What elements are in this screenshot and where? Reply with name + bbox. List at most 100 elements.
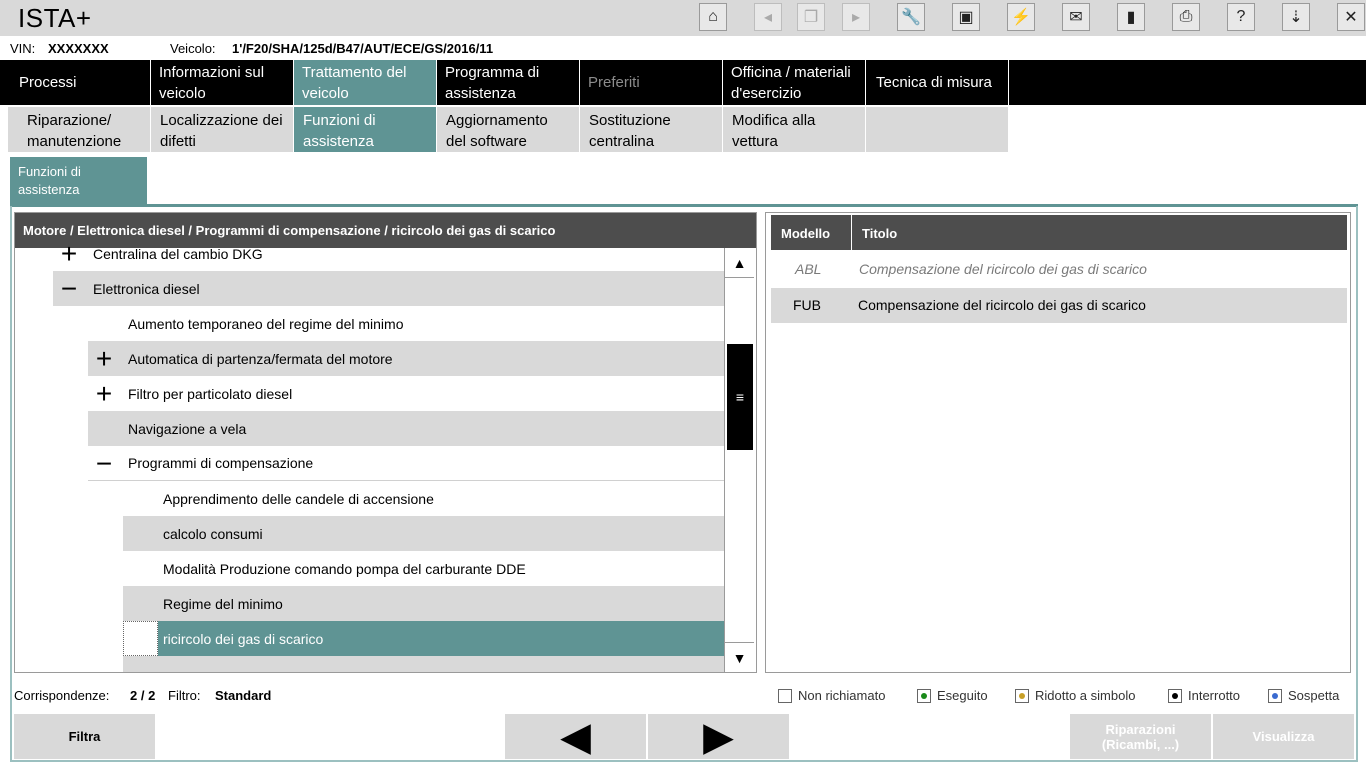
tree-row[interactable]: − Programmi di compensazione xyxy=(88,446,724,481)
status-dot-icon xyxy=(917,688,931,703)
tree-row[interactable]: − Elettronica diesel xyxy=(53,271,724,306)
tree-row[interactable]: + Centralina del cambio DKG xyxy=(53,236,724,271)
tree-row[interactable]: Aumento temporaneo del regime del minimo xyxy=(88,306,724,341)
tree-row-label: Centralina del cambio DKG xyxy=(93,245,263,262)
matches-label: Corrispondenze: xyxy=(14,688,110,703)
legend-non-richiamato: Non richiamato xyxy=(778,688,885,703)
subnav-localizzazione[interactable]: Localizzazione dei difetti xyxy=(151,107,294,152)
tree-row[interactable]: Navigazione a vela xyxy=(88,411,724,446)
status-dot-icon xyxy=(1268,688,1282,703)
nav-processi[interactable]: Processi xyxy=(0,60,151,105)
print-icon[interactable]: ⎙ xyxy=(1172,3,1200,31)
show-button[interactable]: Visualizza xyxy=(1213,714,1354,759)
status-dot-icon xyxy=(1168,688,1182,703)
subnav-funzioni-assistenza[interactable]: Funzioni di assistenza xyxy=(294,107,437,152)
scroll-thumb[interactable]: ≡ xyxy=(727,344,753,450)
nav-preferiti[interactable]: Preferiti xyxy=(580,60,723,105)
nav-informazioni-veicolo[interactable]: Informazioni sul veicolo xyxy=(151,60,294,105)
subnav-empty xyxy=(866,107,1009,152)
tree-row[interactable]: calcolo consumi xyxy=(123,516,724,551)
nav-officina[interactable]: Officina / materiali d'esercizio xyxy=(723,60,866,105)
col-header-model[interactable]: Modello xyxy=(771,215,851,250)
forward-icon[interactable]: ▸ xyxy=(842,3,870,31)
collapse-icon[interactable]: − xyxy=(92,446,116,481)
tree-row-selected[interactable]: ricircolo dei gas di scarico xyxy=(123,621,724,656)
sub-nav: Riparazione/ manutenzione Localizzazione… xyxy=(0,105,1366,152)
battery-icon[interactable]: ▮ xyxy=(1117,3,1145,31)
section-tab[interactable]: Funzioni di assistenza xyxy=(10,157,147,204)
tree-scrollbar[interactable]: ▲ ≡ ▼ xyxy=(724,248,754,672)
result-title: Compensazione del ricircolo dei gas di s… xyxy=(858,297,1146,313)
vin-value: XXXXXXX xyxy=(48,41,109,56)
tree-row-label: Modalità Produzione comando pompa del ca… xyxy=(163,560,526,577)
app-title: ISTA+ xyxy=(18,3,92,33)
tree-row[interactable]: Modalità Produzione comando pompa del ca… xyxy=(123,551,724,586)
mail-icon[interactable]: ✉ xyxy=(1062,3,1090,31)
matches-value: 2 / 2 xyxy=(130,688,156,703)
status-dot-icon xyxy=(1015,688,1029,703)
tree-row-label: ricircolo dei gas di scarico xyxy=(163,630,324,647)
expand-icon[interactable]: + xyxy=(92,376,116,411)
nav-programma-assistenza[interactable]: Programma di assistenza xyxy=(437,60,580,105)
back-icon[interactable]: ◂ xyxy=(754,3,782,31)
help-icon[interactable]: ? xyxy=(1227,3,1255,31)
function-tree-panel: Motore / Elettronica diesel / Programmi … xyxy=(14,212,757,673)
legend-eseguito: Eseguito xyxy=(917,688,988,703)
main-nav: Processi Informazioni sul veicolo Tratta… xyxy=(0,60,1366,105)
result-row[interactable]: FUB Compensazione del ricircolo dei gas … xyxy=(771,288,1347,323)
expand-icon[interactable]: + xyxy=(57,236,81,271)
tree-row-label: Navigazione a vela xyxy=(128,420,247,437)
result-row[interactable]: ABL Compensazione del ricircolo dei gas … xyxy=(771,252,1347,287)
result-title: Compensazione del ricircolo dei gas di s… xyxy=(859,261,1147,277)
result-model: ABL xyxy=(795,261,822,277)
status-dot-icon xyxy=(778,688,792,703)
legend-interrotto: Interrotto xyxy=(1168,688,1240,703)
collapse-icon[interactable]: − xyxy=(57,271,81,306)
legend-sospetta: Sospetta xyxy=(1268,688,1339,703)
tree-row-label: Elettronica diesel xyxy=(93,280,200,297)
tree-row-label: Automatica di partenza/fermata del motor… xyxy=(128,350,393,367)
tree-row-label: Filtro per particolato diesel xyxy=(128,385,293,402)
vehicle-info-bar: VIN: XXXXXXX Veicolo: 1'/F20/SHA/125d/B4… xyxy=(0,36,1366,60)
legend-ridotto: Ridotto a simbolo xyxy=(1015,688,1135,703)
nav-tecnica-misura[interactable]: Tecnica di misura xyxy=(866,60,1009,105)
vin-label: VIN: xyxy=(10,41,36,56)
filter-value: Standard xyxy=(215,688,272,703)
copy-icon[interactable]: ❐ xyxy=(797,3,825,31)
title-bar: ISTA+ ⌂ ◂ ❐ ▸ 🔧 ▣ ⚡ ✉ ▮ ⎙ ? ⇣ ✕ xyxy=(0,0,1366,36)
subnav-modifica-vettura[interactable]: Modifica alla vettura xyxy=(723,107,866,152)
tree-row[interactable]: + Automatica di partenza/fermata del mot… xyxy=(88,341,724,376)
tree-row-partial[interactable] xyxy=(123,656,724,672)
repairs-button[interactable]: Riparazioni (Ricambi, ...) xyxy=(1070,714,1211,759)
filter-label: Filtro: xyxy=(168,688,201,703)
wrench-icon[interactable]: 🔧 xyxy=(897,3,925,31)
connect-icon[interactable]: ⚡ xyxy=(1007,3,1035,31)
tree-row-label: Regime del minimo xyxy=(163,595,283,612)
scroll-down-icon[interactable]: ▼ xyxy=(725,642,754,672)
results-panel: Modello Titolo ABL Compensazione del ric… xyxy=(765,212,1351,673)
tree-row[interactable]: + Filtro per particolato diesel xyxy=(88,376,724,411)
tree-row[interactable]: Apprendimento delle candele di accension… xyxy=(123,481,724,516)
tree-row-label: Aumento temporaneo del regime del minimo xyxy=(128,315,404,332)
tree-row-label: calcolo consumi xyxy=(163,525,263,542)
tree-row-label: Programmi di compensazione xyxy=(128,455,314,471)
home-icon[interactable]: ⌂ xyxy=(699,3,727,31)
filter-button[interactable]: Filtra xyxy=(14,714,155,759)
tree-row[interactable]: Regime del minimo xyxy=(123,586,724,621)
nav-trattamento-veicolo[interactable]: Trattamento del veicolo xyxy=(294,60,437,105)
footer-info: Corrispondenze: 2 / 2 Filtro: Standard xyxy=(14,686,614,706)
id-card-icon[interactable]: ▣ xyxy=(952,3,980,31)
close-icon[interactable]: ✕ xyxy=(1337,3,1365,31)
subnav-sostituzione-centralina[interactable]: Sostituzione centralina xyxy=(580,107,723,152)
download-icon[interactable]: ⇣ xyxy=(1282,3,1310,31)
scroll-up-icon[interactable]: ▲ xyxy=(725,248,754,278)
vehicle-value: 1'/F20/SHA/125d/B47/AUT/ECE/GS/2016/11 xyxy=(232,41,494,56)
prev-arrow-icon[interactable]: ◀ xyxy=(505,714,646,759)
subnav-riparazione[interactable]: Riparazione/ manutenzione xyxy=(8,107,151,152)
col-header-title[interactable]: Titolo xyxy=(852,215,1347,250)
selection-marker xyxy=(123,621,158,656)
expand-icon[interactable]: + xyxy=(92,341,116,376)
next-arrow-icon[interactable]: ▶ xyxy=(648,714,789,759)
vehicle-label: Veicolo: xyxy=(170,41,216,56)
subnav-aggiornamento-software[interactable]: Aggiornamento del software xyxy=(437,107,580,152)
